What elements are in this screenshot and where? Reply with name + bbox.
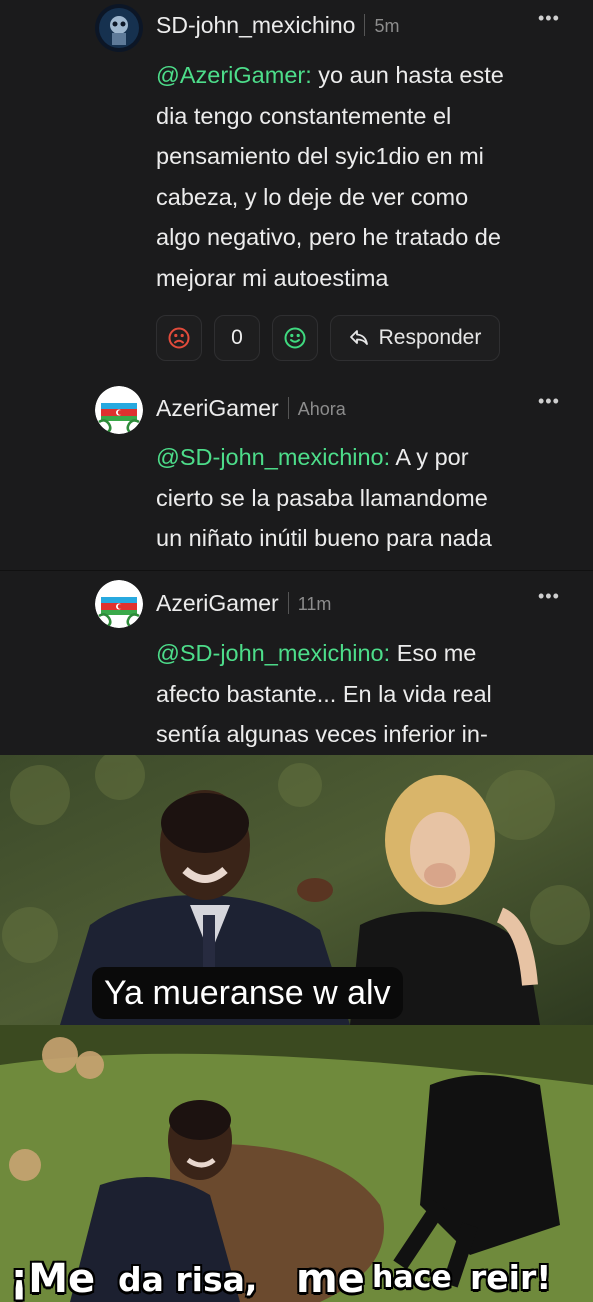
comment-line: sentía algunas veces inferior in- [156,721,488,747]
reply-arrow-icon [349,330,368,345]
divider [287,592,289,614]
comment-header: AzeriGamer Ahora [156,393,346,423]
meme-caption-top: Ya mueranse w alv [92,967,403,1019]
reply-label: Responder [378,326,482,349]
timestamp: 5m [374,16,400,36]
comment-line: cierto se la pasaba llamandome [156,484,488,511]
caption-word: hace [372,1260,452,1295]
comment-2: AzeriGamer Ahora ••• @SD-john_mexichino:… [0,380,593,570]
mention-link[interactable]: @AzeriGamer: [156,62,312,88]
comment-line: pensamiento del syic1dio en mi [156,143,484,169]
comment-text: Eso me [396,640,477,666]
comment-line: @AzeriGamer: yo aun hasta este [156,55,576,96]
timestamp: 11m [297,594,332,614]
reply-button[interactable]: Responder [330,315,500,361]
like-button[interactable] [272,315,318,361]
comment-actions: 0 Responder [156,315,500,361]
mention-link[interactable]: @SD-john_mexichino: [156,444,390,470]
comment-line: cabeza, y lo deje de ver como [156,183,469,210]
username[interactable]: AzeriGamer [156,590,279,617]
comment-line: afecto bastante... En la vida real [156,680,492,707]
dislike-button[interactable] [156,315,202,361]
comment-1: SD-john_mexichino 5m ••• @AzeriGamer: yo… [0,0,593,380]
comment-line: @SD-john_mexichino: Eso me [156,633,576,674]
caption-word: ¡Me [10,1256,96,1302]
comment-body: @SD-john_mexichino: Eso me afecto bastan… [156,633,576,755]
reaction-count: 0 [214,315,260,361]
comment-text: yo aun hasta este [318,62,504,88]
timestamp: Ahora [297,399,346,419]
caption-word: da risa, [118,1260,258,1299]
divider [364,14,366,36]
meme-image[interactable] [0,755,593,1302]
avatar[interactable] [95,580,143,628]
comment-line: mejorar mi autoestima [156,264,389,291]
comment-header: AzeriGamer 11m [156,588,331,618]
caption-word: reir! [470,1258,552,1297]
divider [287,397,289,419]
caption-word: me [296,1256,365,1302]
username[interactable]: AzeriGamer [156,395,279,422]
comment-divider [0,570,593,571]
more-options-icon[interactable]: ••• [538,586,560,607]
comment-line: algo negativo, pero he tratado de [156,224,501,250]
comment-line: un niñato inútil bueno para nada [156,525,492,551]
comment-text: A y por [395,444,469,470]
comment-3: AzeriGamer 11m ••• @SD-john_mexichino: E… [0,572,593,755]
username[interactable]: SD-john_mexichino [156,12,355,39]
more-options-icon[interactable]: ••• [538,391,560,412]
comment-body: @SD-john_mexichino: A y por cierto se la… [156,437,576,559]
mention-link[interactable]: @SD-john_mexichino: [156,640,390,666]
comment-header: SD-john_mexichino 5m [156,10,399,40]
sad-face-icon [168,327,190,349]
comment-thread: SD-john_mexichino 5m ••• @AzeriGamer: yo… [0,0,593,755]
comment-body: @AzeriGamer: yo aun hasta este dia tengo… [156,55,576,298]
more-options-icon[interactable]: ••• [538,8,560,29]
avatar[interactable] [95,386,143,434]
comment-line: dia tengo constantemente el [156,102,452,129]
avatar[interactable] [95,4,143,52]
smile-face-icon [284,327,306,349]
meme-caption-bottom: ¡Me da risa, me hace reir! [0,1252,593,1302]
comment-line: @SD-john_mexichino: A y por [156,437,576,478]
